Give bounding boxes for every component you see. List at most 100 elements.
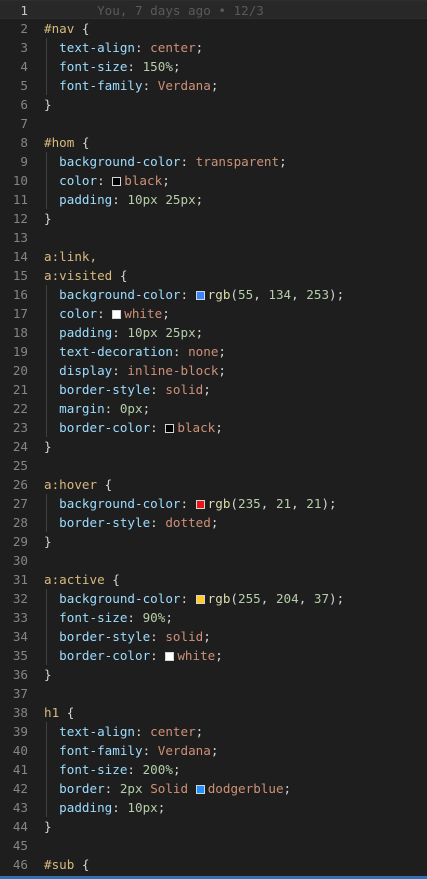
code-text: font-size: 200%; [44,760,180,779]
code-line[interactable]: 3 text-align: center; [0,38,427,57]
indent-guide [46,76,47,95]
code-token: h1 [44,705,60,720]
code-line[interactable]: 6} [0,95,427,114]
code-line[interactable]: 45 [0,836,427,855]
code-line[interactable]: 33 font-size: 90%; [0,608,427,627]
code-line[interactable]: 24} [0,437,427,456]
code-line[interactable]: 17 color: white; [0,304,427,323]
code-editor[interactable]: 1 You, 7 days ago • 12/3 2 #nav {3 text-al… [0,0,427,879]
code-line[interactable]: 22 margin: 0px; [0,399,427,418]
code-line[interactable]: 12} [0,209,427,228]
code-line[interactable]: 8 #hom { [0,133,427,152]
indent-guide [46,171,47,190]
code-line[interactable]: 14 a:link, [0,247,427,266]
code-line[interactable]: 43 padding: 10px; [0,798,427,817]
code-token: { [104,572,120,587]
code-token: { [74,857,90,872]
code-token: background-color [59,154,181,169]
indent-guide [46,494,47,513]
code-line[interactable]: 32 background-color: rgb(255, 204, 37); [0,589,427,608]
code-text: text-decoration: none; [44,342,226,361]
code-line[interactable]: 11 padding: 10px 25px; [0,190,427,209]
code-line[interactable]: 34 border-style: solid; [0,627,427,646]
code-line[interactable]: 18 padding: 10px 25px; [0,323,427,342]
code-line[interactable]: 9 background-color: transparent; [0,152,427,171]
code-line[interactable]: 44} [0,817,427,836]
code-token: color [59,306,98,321]
code-line[interactable]: 35 border-color: white; [0,646,427,665]
code-line[interactable]: 39 text-align: center; [0,722,427,741]
line-number: 6 [20,97,28,112]
code-token: a [44,572,52,587]
code-line[interactable]: 19 text-decoration: none; [0,342,427,361]
code-token: #hom [44,135,75,150]
code-line[interactable]: 16 background-color: rgb(55, 134, 253); [0,285,427,304]
code-token: : [127,762,143,777]
line-number: 43 [12,800,28,815]
code-line[interactable]: 1 You, 7 days ago • 12/3 [0,0,427,19]
code-line[interactable]: 7 [0,114,427,133]
code-text: background-color: transparent; [44,152,287,171]
indent-guide [46,741,47,760]
line-number: 46 [12,857,28,872]
code-token: { [74,135,90,150]
code-line[interactable]: 36} [0,665,427,684]
code-line[interactable]: 40 font-family: Verdana; [0,741,427,760]
code-line[interactable]: 2 #nav { [0,19,427,38]
code-text: } [44,437,52,456]
color-swatch-icon[interactable] [195,500,205,509]
code-token: ; [162,306,170,321]
code-line[interactable]: 31 a:active { [0,570,427,589]
code-token: } [44,439,52,454]
code-text: border-style: dotted; [44,513,218,532]
code-line[interactable]: 42 border: 2px Solid dodgerblue; [0,779,427,798]
code-token: 134 [268,287,292,302]
code-line[interactable]: 30 [0,551,427,570]
code-line[interactable]: 41 font-size: 200%; [0,760,427,779]
code-token: background-color [59,496,181,511]
code-line[interactable]: 28 border-style: dotted; [0,513,427,532]
code-line[interactable]: 29} [0,532,427,551]
code-line[interactable]: 15 a:visited { [0,266,427,285]
line-number: 28 [12,515,28,530]
code-token: : [104,401,120,416]
code-token: dodgerblue [207,781,284,796]
code-line[interactable]: 37 [0,684,427,703]
code-line[interactable]: 27 background-color: rgb(235, 21, 21); [0,494,427,513]
code-text: border: 2px Solid dodgerblue; [44,779,291,798]
code-line[interactable]: 20 display: inline-block; [0,361,427,380]
code-line[interactable]: 26 a:hover { [0,475,427,494]
line-number: 24 [12,439,28,454]
code-line[interactable]: 25 [0,456,427,475]
code-token: 10px [127,800,158,815]
color-swatch-icon[interactable] [165,652,175,661]
line-number: 7 [20,116,28,131]
code-line[interactable]: 46 #sub { [0,855,427,874]
color-swatch-icon[interactable] [112,310,122,319]
code-line[interactable]: 10 color: black; [0,171,427,190]
code-line[interactable]: 38 h1 { [0,703,427,722]
code-token: ; [218,363,227,378]
line-number: 34 [12,629,28,644]
code-token: 10px 25px [127,325,196,340]
code-line[interactable]: 21 border-style: solid; [0,380,427,399]
line-number: 35 [12,648,28,663]
code-token: 150% [142,59,173,74]
code-token: font-family [59,743,143,758]
code-line[interactable]: 13 [0,228,427,247]
code-token: } [44,97,52,112]
line-number: 37 [12,686,28,701]
indent-guide [46,722,47,741]
color-swatch-icon[interactable] [195,595,205,604]
code-token: ; [218,344,227,359]
code-line[interactable]: 4 font-size: 150%; [0,57,427,76]
code-line[interactable]: 5 font-family: Verdana; [0,76,427,95]
color-swatch-icon[interactable] [195,785,205,794]
color-swatch-icon[interactable] [165,424,175,433]
color-swatch-icon[interactable] [112,177,122,186]
color-swatch-icon[interactable] [195,291,205,300]
code-text: h1 { [44,703,74,722]
indent-guide [46,646,47,665]
code-line[interactable]: 23 border-color: black; [0,418,427,437]
